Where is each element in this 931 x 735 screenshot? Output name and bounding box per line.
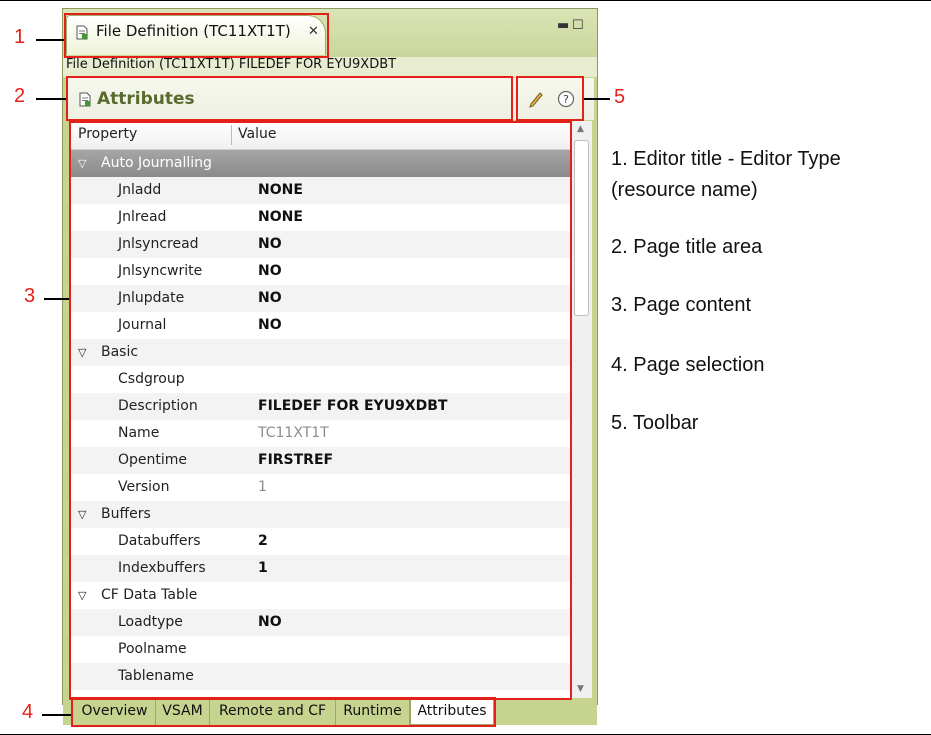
breadcrumb: File Definition (TC11XT1T) FILEDEF FOR E…	[66, 57, 397, 72]
callout-number-3: 3	[24, 285, 36, 307]
callout-number-2: 2	[14, 85, 26, 107]
callout-box-editor-title	[64, 13, 329, 58]
leader-line-5	[584, 98, 610, 100]
legend-item-3: 3. Page content	[611, 294, 752, 316]
legend-item-1-continued: (resource name)	[611, 179, 758, 201]
leader-line-1	[36, 39, 64, 41]
callout-box-page-content	[69, 121, 572, 700]
leader-line-4	[42, 714, 71, 716]
callout-number-1: 1	[14, 26, 26, 48]
figure-frame-top	[0, 0, 931, 1]
scroll-up-icon[interactable]: ▲	[577, 124, 584, 134]
scroll-down-icon[interactable]: ▼	[577, 684, 584, 694]
callout-box-page-title	[66, 76, 513, 121]
legend-item-5: 5. Toolbar	[611, 412, 699, 434]
maximize-icon[interactable]: ☐	[572, 19, 584, 33]
leader-line-3	[44, 298, 69, 300]
callout-number-5: 5	[614, 86, 626, 108]
minimize-icon[interactable]: ▬	[557, 19, 569, 33]
scrollbar-thumb[interactable]	[574, 140, 589, 316]
callout-number-4: 4	[22, 701, 34, 723]
legend-item-4: 4. Page selection	[611, 354, 765, 376]
legend-item-1: 1. Editor title - Editor Type	[611, 148, 841, 170]
callout-box-toolbar	[516, 76, 584, 121]
legend-item-2: 2. Page title area	[611, 236, 763, 258]
callout-box-page-selection	[71, 697, 496, 727]
leader-line-2	[36, 98, 66, 100]
